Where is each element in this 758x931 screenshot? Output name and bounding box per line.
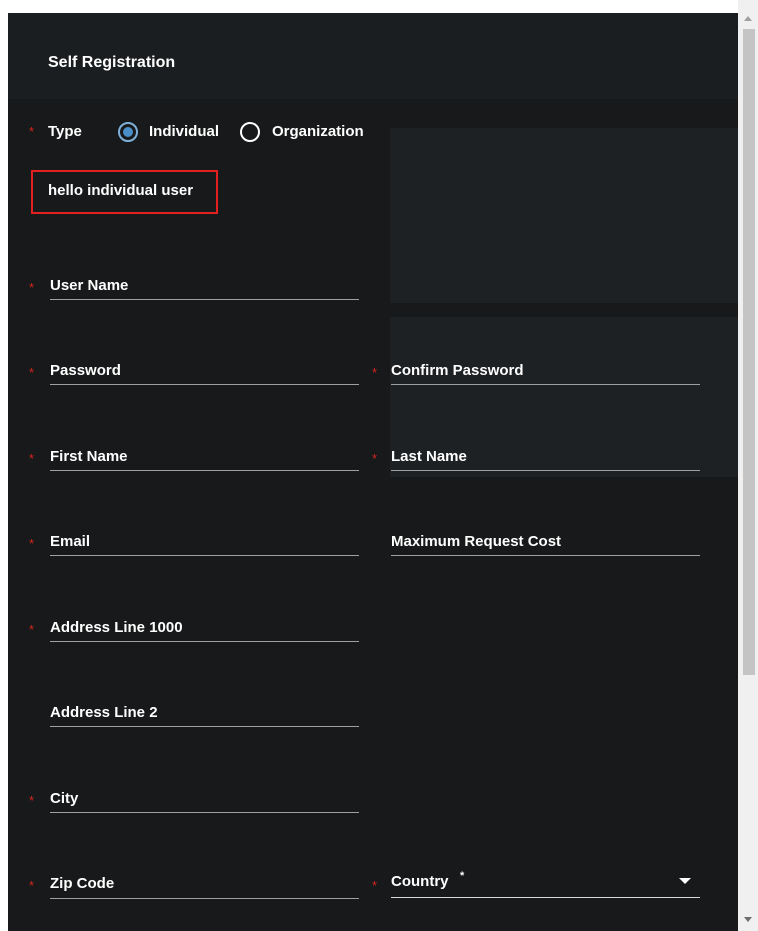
address-line-2-label: Address Line 2: [50, 704, 158, 721]
type-label: Type: [48, 123, 82, 140]
required-marker: *: [29, 124, 35, 139]
required-marker: *: [29, 793, 35, 808]
country-label: Country: [391, 873, 449, 890]
required-marker: *: [372, 451, 378, 466]
confirm-password-input[interactable]: [391, 384, 700, 385]
required-marker: *: [372, 365, 378, 380]
background-panel: [390, 128, 738, 303]
required-marker: *: [29, 451, 35, 466]
scroll-thumb[interactable]: [743, 29, 755, 675]
required-marker: *: [29, 536, 35, 551]
country-select[interactable]: [391, 897, 700, 898]
password-label: Password: [50, 362, 121, 379]
required-marker: *: [29, 280, 35, 295]
country-dropdown-icon[interactable]: [679, 878, 691, 884]
radio-organization-label[interactable]: Organization: [272, 123, 364, 140]
max-request-cost-label: Maximum Request Cost: [391, 533, 562, 550]
scroll-down-icon[interactable]: [744, 917, 752, 922]
city-input[interactable]: [50, 812, 359, 813]
address-line-2-input[interactable]: [50, 726, 359, 727]
first-name-input[interactable]: [50, 470, 359, 471]
dialog-title: Self Registration: [48, 54, 176, 71]
country-required-mark: *: [460, 870, 465, 882]
password-input[interactable]: [50, 384, 359, 385]
user-name-label: User Name: [50, 277, 129, 294]
zip-code-input[interactable]: [50, 898, 359, 899]
last-name-input[interactable]: [391, 470, 700, 471]
max-request-cost-input[interactable]: [391, 555, 700, 556]
scroll-up-icon[interactable]: [744, 16, 752, 21]
confirm-password-label: Confirm Password: [391, 362, 524, 379]
email-label: Email: [50, 533, 91, 550]
city-label: City: [50, 790, 79, 807]
radio-individual-label[interactable]: Individual: [149, 123, 219, 140]
registration-dialog: Self Registration * Type Individual Orga…: [8, 13, 738, 931]
required-marker: *: [29, 365, 35, 380]
address-line-1-input[interactable]: [50, 641, 359, 642]
user-name-input[interactable]: [50, 299, 359, 300]
radio-individual[interactable]: [118, 122, 138, 142]
required-marker: *: [372, 878, 378, 893]
last-name-label: Last Name: [391, 448, 467, 465]
required-marker: *: [29, 622, 35, 637]
info-note-box: hello individual user: [31, 170, 218, 214]
address-line-1-label: Address Line 1000: [50, 619, 183, 636]
radio-organization[interactable]: [240, 122, 260, 142]
email-input[interactable]: [50, 555, 359, 556]
required-marker: *: [29, 878, 35, 893]
info-note-text: hello individual user: [48, 182, 194, 199]
vertical-scrollbar[interactable]: [738, 0, 758, 931]
zip-code-label: Zip Code: [50, 875, 115, 892]
first-name-label: First Name: [50, 448, 128, 465]
